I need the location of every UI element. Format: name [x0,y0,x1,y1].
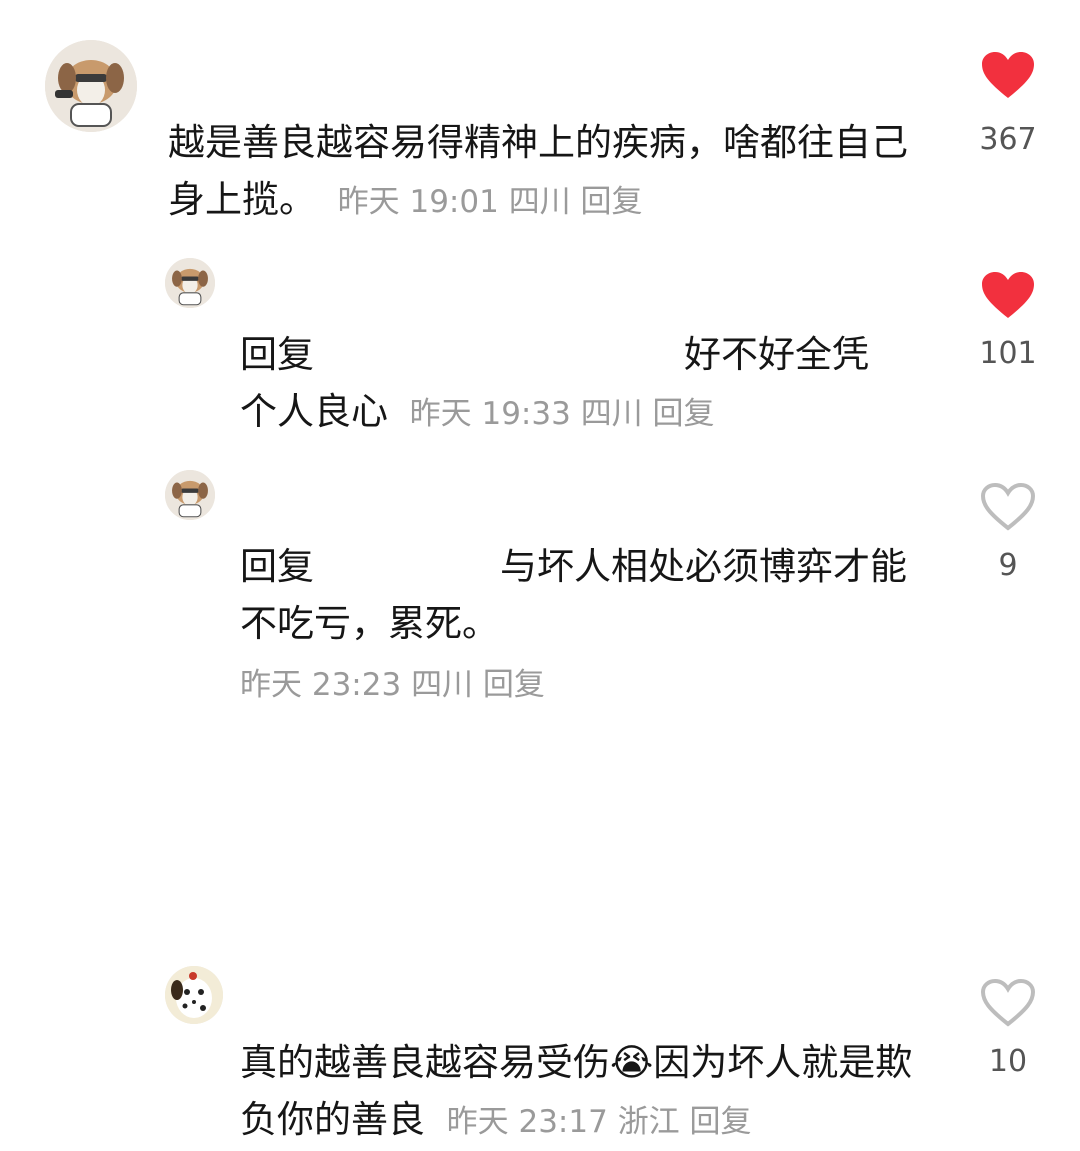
reply-prefix: 回复 [240,333,314,376]
avatar[interactable] [165,966,223,1024]
like-button[interactable]: 367 [968,50,1048,158]
comment-text: 越是善良越容易得精神上的疾病，啥都往自己身上揽。 昨天 19:01 四川 回复 [168,121,908,221]
avatar[interactable] [165,258,215,308]
comment-text: 回复 好不好全凭个人良心 昨天 19:33 四川 回复 [240,333,869,433]
comment-meta: 昨天 19:01 四川 回复 [337,184,643,220]
heart-outline-icon [980,482,1036,531]
comment-text: 真的越善良越容易受伤😭因为坏人就是欺负你的善良 昨天 23:17 浙江 回复 [240,1041,913,1141]
heart-outline-icon [980,978,1036,1027]
comment-meta: 昨天 23:23 四川 回复 [240,667,545,703]
dalmatian-avatar-icon [165,966,223,1024]
avatar[interactable] [165,470,215,520]
like-button[interactable]: 9 [968,482,1048,584]
reply-button[interactable]: 回复 [653,396,715,432]
reply-prefix: 回复 [240,545,314,588]
reply-button[interactable]: 回复 [581,184,643,220]
like-count: 367 [979,122,1037,157]
like-count: 9 [998,548,1018,583]
like-button[interactable]: 10 [968,978,1048,1080]
dog-avatar-icon [165,258,215,308]
heart-filled-icon [982,272,1034,318]
crying-emoji-icon: 😭 [610,1041,654,1084]
heart-filled-icon [982,52,1034,98]
like-count: 101 [979,336,1037,371]
like-count: 10 [988,1044,1028,1079]
comment-meta: 昨天 23:17 浙江 回复 [446,1104,752,1140]
like-button[interactable]: 101 [968,270,1048,372]
dog-avatar-icon [165,470,215,520]
comment-meta: 昨天 19:33 四川 回复 [409,396,715,432]
dog-avatar-icon [45,40,137,132]
comment-text: 回复 与坏人相处必须博弈才能不吃亏，累死。 [240,545,907,645]
reply-button[interactable]: 回复 [483,667,545,703]
avatar[interactable] [45,40,137,132]
reply-button[interactable]: 回复 [690,1104,752,1140]
